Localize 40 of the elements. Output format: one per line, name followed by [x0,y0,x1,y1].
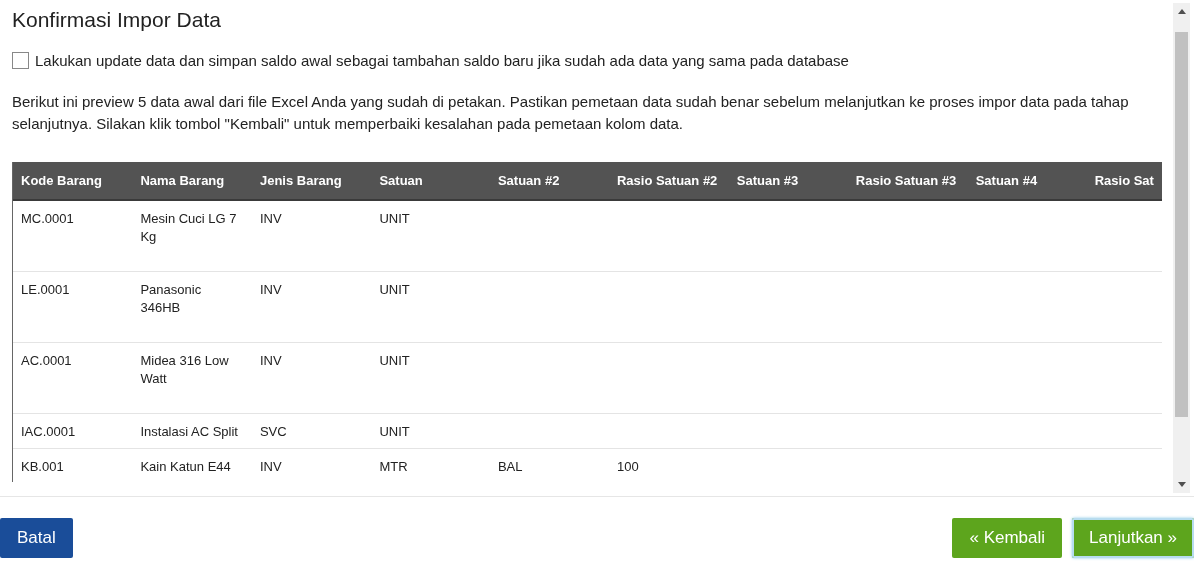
nav-button[interactable]: Lanjutkan » [1072,518,1194,558]
table-cell: AC.0001 [21,352,72,368]
table-cell: Panasonic 346HB [140,281,202,315]
column-header: Satuan #2 [489,162,609,200]
nav-button[interactable]: « Kembali [952,518,1063,558]
table-cell: INV [259,352,282,368]
dialog-title: Konfirmasi Impor Data [12,8,222,32]
column-header: Nama Barang [132,162,252,200]
table-cell: MTR [379,458,408,474]
column-header: Jenis Barang [251,162,372,200]
table-cell: INV [259,211,282,226]
column-header: Kode Barang [13,162,133,200]
table-cell: BAL [497,458,523,474]
table-cell: LE.0001 [21,281,70,297]
table-cell: MC.0001 [21,211,74,226]
table-cell: Midea 316 Low Watt [140,352,229,386]
column-header: Satuan #4 [967,162,1087,200]
table-cell: SVC [259,423,287,439]
column-header: Satuan #3 [728,162,848,200]
table-cell: UNIT [379,352,410,368]
description-text: Berikut ini preview 5 data awal dari file Excel Anda yang sudah di petakan. Pastikan pemetaan data sudah benar sebelum melanjutkan ke proses impor data pada tahap selanjutnya. Silakan klik tombol "Kembali" untuk memperbaiki kesalahan pada pemetaan kolom data. [12,92,1130,134]
table-cell: INV [259,458,282,474]
column-header: Rasio Satuan #2 [608,162,729,200]
column-header: Satuan [371,162,490,200]
table-cell: Kain Katun E44 [140,458,231,474]
table-cell: 100 [616,458,639,474]
table-cell: KB.001 [21,458,64,474]
cancel-button[interactable]: Batal [0,518,73,558]
checkbox[interactable] [12,52,29,69]
table-cell: UNIT [379,281,410,297]
column-header: Rasio Satuan #3 [847,162,968,200]
table-cell: INV [259,281,282,297]
table-cell: Instalasi AC Split [140,423,238,439]
scrollbar-thumb[interactable] [1175,32,1188,417]
table-cell: UNIT [379,423,410,439]
checkbox-label: Lakukan update data dan simpan saldo awal sebagai tambahan saldo baru jika sudah ada data yang sama pada database [35,52,849,69]
column-header: Rasio Sat [1086,162,1162,200]
table-cell: Mesin Cuci LG 7 Kg [140,211,237,244]
table-cell: UNIT [379,211,410,226]
table-cell: IAC.0001 [21,423,76,439]
